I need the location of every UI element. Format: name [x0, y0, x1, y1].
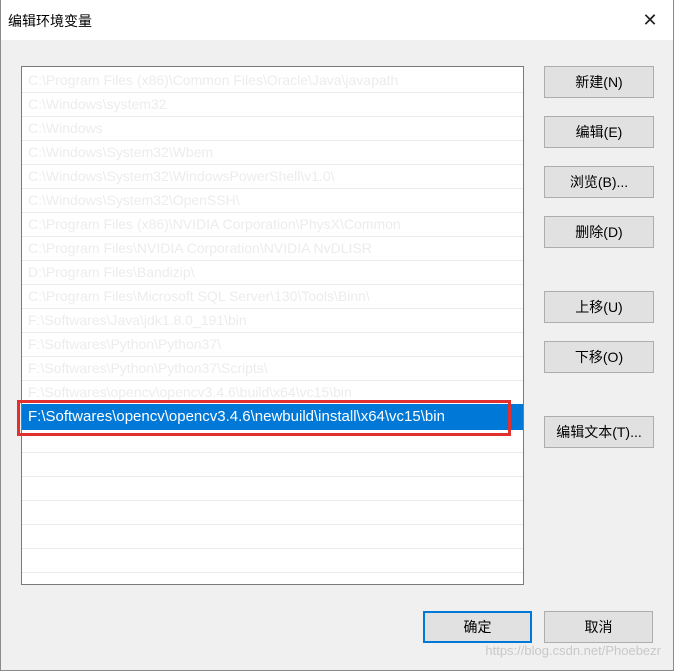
- list-item[interactable]: C:\Program Files (x86)\Common Files\Orac…: [22, 69, 523, 93]
- list-item-empty[interactable]: [22, 429, 523, 453]
- list-item-selected[interactable]: F:\Softwares\opencv\opencv3.4.6\newbuild…: [22, 404, 523, 430]
- list-item-empty[interactable]: [22, 549, 523, 573]
- ok-button[interactable]: 确定: [423, 611, 532, 643]
- move-down-button[interactable]: 下移(O): [544, 341, 654, 373]
- browse-button[interactable]: 浏览(B)...: [544, 166, 654, 198]
- list-item[interactable]: C:\Windows: [22, 117, 523, 141]
- cancel-button[interactable]: 取消: [544, 611, 653, 643]
- list-item[interactable]: C:\Program Files\Microsoft SQL Server\13…: [22, 285, 523, 309]
- window-title: 编辑环境变量: [8, 14, 92, 30]
- edit-text-button[interactable]: 编辑文本(T)...: [544, 416, 654, 448]
- path-list[interactable]: C:\Program Files (x86)\Common Files\Orac…: [21, 66, 524, 585]
- list-item[interactable]: D:\Program Files\Bandizip\: [22, 261, 523, 285]
- list-item[interactable]: C:\Windows\System32\WindowsPowerShell\v1…: [22, 165, 523, 189]
- list-item[interactable]: C:\Windows\System32\Wbem: [22, 141, 523, 165]
- list-item[interactable]: F:\Softwares\Java\jdk1.8.0_191\bin: [22, 309, 523, 333]
- list-item-empty[interactable]: [22, 525, 523, 549]
- list-item[interactable]: C:\Program Files\NVIDIA Corporation\NVID…: [22, 237, 523, 261]
- list-item[interactable]: C:\Windows\system32: [22, 93, 523, 117]
- list-item-empty[interactable]: [22, 453, 523, 477]
- list-item[interactable]: F:\Softwares\Python\Python37\Scripts\: [22, 357, 523, 381]
- title-bar[interactable]: 编辑环境变量 ✕: [1, 0, 673, 40]
- list-item[interactable]: C:\Windows\System32\OpenSSH\: [22, 189, 523, 213]
- new-button[interactable]: 新建(N): [544, 66, 654, 98]
- list-item[interactable]: C:\Program Files (x86)\NVIDIA Corporatio…: [22, 213, 523, 237]
- close-icon[interactable]: ✕: [627, 0, 673, 40]
- list-item-empty[interactable]: [22, 477, 523, 501]
- list-item-empty[interactable]: [22, 573, 523, 584]
- move-up-button[interactable]: 上移(U): [544, 291, 654, 323]
- list-item-empty[interactable]: [22, 501, 523, 525]
- edit-button[interactable]: 编辑(E): [544, 116, 654, 148]
- edit-env-variable-dialog: 编辑环境变量 ✕ C:\Program Files (x86)\Common F…: [0, 0, 674, 671]
- watermark: https://blog.csdn.net/Phoebezr: [485, 643, 661, 658]
- delete-button[interactable]: 删除(D): [544, 216, 654, 248]
- list-item[interactable]: F:\Softwares\opencv\opencv3.4.6\build\x6…: [22, 381, 523, 405]
- list-item[interactable]: F:\Softwares\Python\Python37\: [22, 333, 523, 357]
